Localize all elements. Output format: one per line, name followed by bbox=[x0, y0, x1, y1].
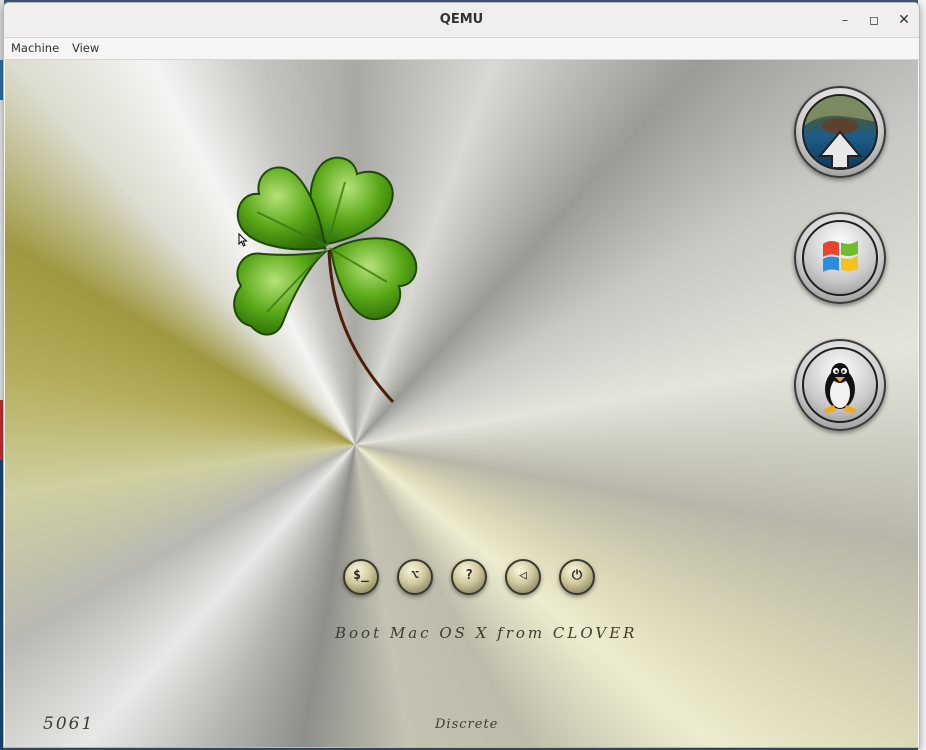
options-icon: ⌥ bbox=[411, 568, 419, 583]
menu-bar: Machine View bbox=[4, 38, 919, 60]
options-button[interactable]: ⌥ bbox=[397, 559, 433, 595]
boot-entry-linux[interactable] bbox=[794, 339, 886, 431]
mouse-pointer-icon bbox=[238, 233, 248, 247]
tux-penguin-icon bbox=[824, 363, 856, 413]
help-icon: ? bbox=[465, 568, 473, 583]
windows-logo-icon bbox=[823, 240, 858, 272]
boot-entry-windows[interactable] bbox=[794, 212, 886, 304]
selected-entry-label: Boot Mac OS X from CLOVER bbox=[335, 624, 638, 642]
linux-icon-frame bbox=[802, 347, 878, 423]
menu-view[interactable]: View bbox=[72, 41, 99, 55]
boot-entry-macos[interactable] bbox=[794, 86, 886, 178]
reset-button[interactable]: ◁ bbox=[505, 559, 541, 595]
mode-label: Discrete bbox=[435, 717, 499, 732]
minimize-button[interactable]: – bbox=[837, 12, 853, 28]
windows-icon-frame bbox=[802, 220, 878, 296]
arrow-up-icon bbox=[804, 96, 876, 168]
help-button[interactable]: ? bbox=[451, 559, 487, 595]
macos-disk-icon bbox=[802, 94, 878, 170]
maximize-button[interactable]: ◻ bbox=[866, 12, 882, 28]
clover-leaf-logo bbox=[233, 156, 418, 404]
reset-icon: ◁ bbox=[519, 568, 527, 583]
window-title: QEMU bbox=[439, 12, 484, 27]
close-button[interactable]: ✕ bbox=[896, 12, 912, 28]
shell-button[interactable]: $_ bbox=[343, 559, 379, 595]
qemu-window: QEMU – ◻ ✕ Machine View $_ ⌥ ? ◁ ⏻ Boot … bbox=[3, 2, 920, 748]
power-icon: ⏻ bbox=[571, 568, 583, 583]
revision-label: 5061 bbox=[43, 714, 95, 734]
guest-display[interactable]: $_ ⌥ ? ◁ ⏻ Boot Mac OS X from CLOVER 506… bbox=[5, 60, 918, 747]
title-bar[interactable]: QEMU – ◻ ✕ bbox=[4, 3, 919, 38]
menu-machine[interactable]: Machine bbox=[11, 41, 59, 55]
shell-icon: $_ bbox=[353, 568, 369, 583]
power-button[interactable]: ⏻ bbox=[559, 559, 595, 595]
